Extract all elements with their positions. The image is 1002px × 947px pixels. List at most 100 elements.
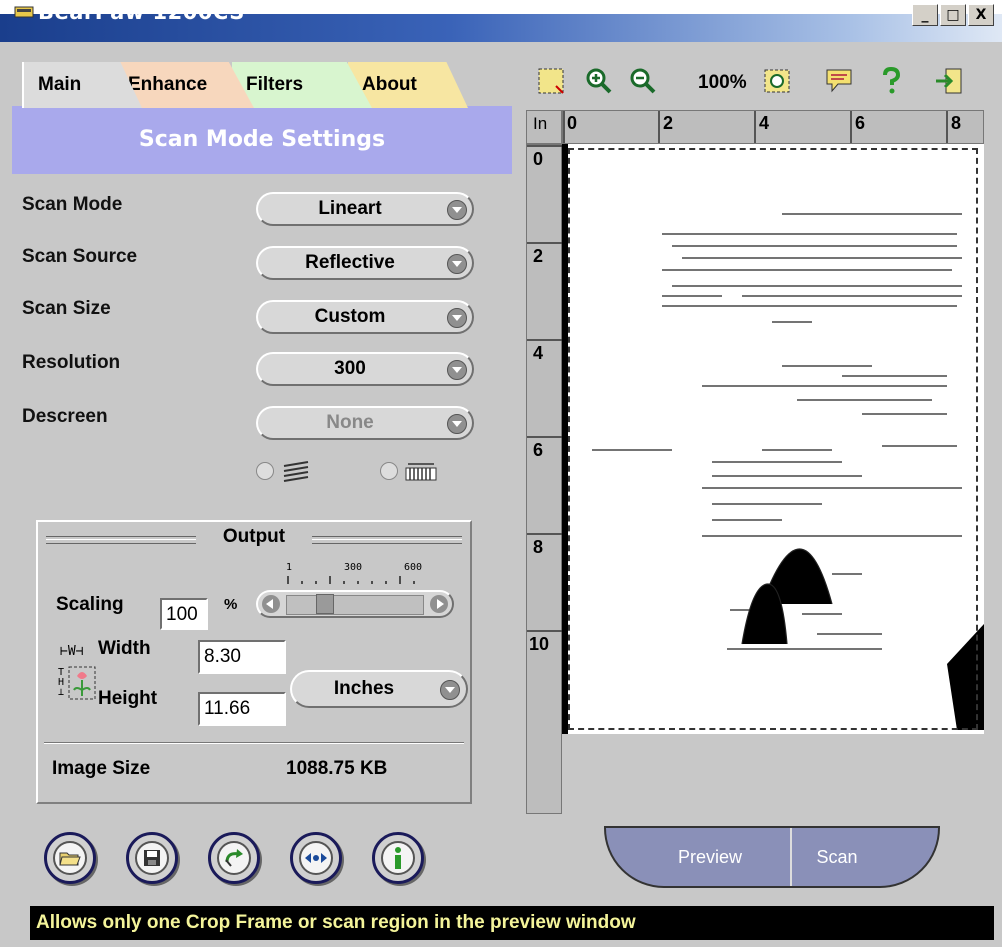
ruler-label: 6: [855, 113, 866, 133]
settings-panel: Main Enhance Filters About Scan Mode Set…: [12, 54, 512, 810]
units-value: Inches: [333, 678, 395, 699]
chevron-down-icon: [447, 360, 467, 380]
scan-mode-value: Lineart: [318, 198, 382, 219]
crop-frame-icon[interactable]: [536, 66, 566, 96]
film-icon: [405, 463, 437, 481]
scan-size-value: Custom: [314, 306, 386, 327]
slider-track: [286, 595, 424, 615]
divider: [312, 536, 462, 544]
crop-frame[interactable]: [568, 148, 978, 730]
divider: [44, 742, 464, 744]
descreen-value: None: [326, 412, 374, 433]
scanner-window: BearPaw 1200CS _ □ X Main Enhance Filter…: [0, 0, 1002, 947]
zoom-level: 100%: [698, 72, 747, 93]
scan-settings: Scan Mode Lineart Scan Source Reflective…: [12, 174, 512, 522]
scan-mode-dropdown[interactable]: Lineart: [256, 192, 474, 226]
chevron-down-icon: [440, 680, 460, 700]
play-icon: [305, 853, 327, 863]
comment-icon[interactable]: [824, 66, 854, 96]
height-input[interactable]: 11.66: [198, 692, 286, 726]
ruler-unit: In: [526, 110, 562, 144]
chevron-down-icon: [447, 200, 467, 220]
ruler-label: 10: [529, 634, 550, 654]
zoom-in-icon[interactable]: [584, 66, 614, 96]
info-icon: [395, 847, 401, 869]
scan-source-value: Reflective: [305, 252, 395, 273]
close-button[interactable]: X: [968, 4, 994, 26]
tab-strip: Main Enhance Filters About: [22, 62, 502, 108]
scan-size-label: Scan Size: [22, 298, 111, 319]
stacked-pages-icon: [283, 461, 309, 482]
resolution-value: 300: [334, 358, 366, 379]
scan-button[interactable]: Scan: [782, 828, 892, 886]
top-ruler: 0 2 4 6 8: [562, 110, 984, 144]
undo-button[interactable]: [208, 832, 260, 884]
width-input[interactable]: 8.30: [198, 640, 286, 674]
preview-button[interactable]: Preview: [630, 828, 792, 886]
action-bar: Preview Scan: [604, 826, 940, 888]
scan-size-dropdown[interactable]: Custom: [256, 300, 474, 334]
save-button[interactable]: [126, 832, 178, 884]
chevron-down-icon: [447, 414, 467, 434]
image-size-value: 1088.75 KB: [286, 758, 388, 779]
title-bar: BearPaw 1200CS _ □ X: [0, 0, 1002, 42]
preview-toolbar: 100%: [524, 60, 994, 104]
scan-mode-label: Scan Mode: [22, 194, 123, 215]
radio-option-2[interactable]: [380, 462, 398, 480]
ruler-label: 2: [663, 113, 674, 133]
width-dimension-glyph: ⊢W⊣: [60, 644, 84, 659]
info-button[interactable]: [372, 832, 424, 884]
slider-thumb[interactable]: [316, 594, 334, 614]
scan-source-label: Scan Source: [22, 246, 138, 267]
slider-right-arrow-icon[interactable]: [430, 595, 448, 613]
ruler-label: 0: [567, 113, 578, 133]
slider-tick-label: 300: [344, 562, 363, 573]
ruler-label: 2: [533, 246, 544, 266]
output-group: Output 1 300 600 Scaling 100 % ⊢W⊣ Width…: [36, 520, 472, 804]
chevron-down-icon: [447, 308, 467, 328]
ruler-label: 8: [533, 537, 544, 557]
height-dimension-glyph: T H ⊥: [58, 667, 65, 698]
exit-icon[interactable]: [934, 66, 964, 96]
open-folder-icon: [59, 852, 81, 866]
zoom-fit-icon[interactable]: [762, 66, 792, 96]
radio-option-1[interactable]: [256, 462, 274, 480]
window-title: BearPaw 1200CS: [38, 0, 245, 24]
ruler-label: 0: [533, 149, 544, 169]
chevron-down-icon: [447, 254, 467, 274]
ruler-label: 8: [951, 113, 962, 133]
media-button[interactable]: [290, 832, 342, 884]
scan-source-dropdown[interactable]: Reflective: [256, 246, 474, 280]
scaling-input[interactable]: 100: [160, 598, 208, 630]
left-ruler: 0 2 4 6 8 10: [526, 144, 563, 814]
help-icon[interactable]: [876, 66, 906, 96]
resolution-label: Resolution: [22, 352, 121, 373]
height-label: Height: [98, 688, 158, 709]
units-dropdown[interactable]: Inches: [290, 670, 468, 708]
ruler-ticks: [563, 111, 948, 143]
minimize-button[interactable]: _: [912, 4, 938, 26]
ruler-label: 4: [759, 113, 770, 133]
slider-left-arrow-icon[interactable]: [262, 595, 280, 613]
slider-tick-label: 1: [286, 562, 293, 573]
preview-area[interactable]: [562, 144, 984, 734]
status-bar: Allows only one Crop Frame or scan regio…: [30, 906, 994, 940]
image-size-label: Image Size: [52, 758, 151, 779]
descreen-label: Descreen: [22, 406, 108, 427]
zoom-out-icon[interactable]: [628, 66, 658, 96]
save-icon: [144, 850, 160, 866]
slider-ticks: [287, 576, 415, 584]
section-header: Scan Mode Settings: [12, 106, 512, 174]
undo-icon: [225, 849, 243, 867]
tulip-image-icon: [68, 666, 96, 700]
ruler-label: 4: [533, 343, 544, 363]
scaling-slider[interactable]: [256, 590, 454, 618]
resolution-dropdown[interactable]: 300: [256, 352, 474, 386]
open-button[interactable]: [44, 832, 96, 884]
preview-background: [562, 734, 984, 814]
scanner-app-icon: [14, 6, 34, 18]
maximize-button[interactable]: □: [940, 4, 966, 26]
descreen-dropdown[interactable]: None: [256, 406, 474, 440]
scaling-label: Scaling: [56, 594, 124, 615]
percent-label: %: [224, 596, 238, 613]
